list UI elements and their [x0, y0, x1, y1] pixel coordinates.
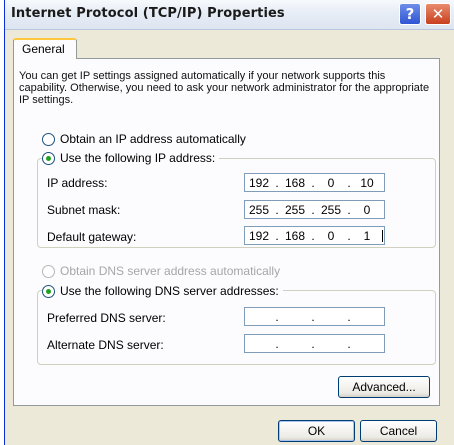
octet-dot: .: [275, 202, 279, 217]
preferred-dns-field[interactable]: ...: [244, 307, 385, 326]
radio-unchecked-icon: [42, 132, 55, 146]
octet-dot: .: [347, 309, 351, 324]
default-gateway-field[interactable]: 192. 168. 0. 1: [244, 226, 385, 245]
octet-dot: .: [275, 309, 279, 324]
octet: 10: [360, 175, 374, 190]
radio-checked-icon: [42, 151, 55, 165]
octet: 255: [248, 202, 270, 217]
obtain-dns-auto-label: Obtain DNS server address automatically: [60, 264, 281, 278]
octet: 1: [363, 228, 371, 243]
octet-dot: .: [347, 202, 351, 217]
octet: 0: [327, 228, 335, 243]
octet: 255: [284, 202, 306, 217]
use-following-ip-label: Use the following IP address:: [60, 151, 216, 165]
description-text: You can get IP settings assigned automat…: [19, 70, 430, 106]
radio-checked-icon: [42, 284, 55, 298]
octet-dot: .: [347, 336, 351, 351]
obtain-ip-auto-radio[interactable]: Obtain an IP address automatically: [42, 132, 250, 146]
advanced-button[interactable]: Advanced...: [338, 376, 430, 398]
default-gateway-label: Default gateway:: [47, 230, 137, 244]
ip-address-label: IP address:: [47, 176, 108, 190]
tab-general-label: General: [22, 42, 65, 56]
preferred-dns-label: Preferred DNS server:: [47, 311, 166, 325]
octet-dot: .: [275, 228, 279, 243]
octet: 192: [248, 228, 270, 243]
close-button[interactable]: ✕: [425, 3, 451, 25]
alternate-dns-field[interactable]: ...: [244, 334, 385, 353]
octet: 0: [363, 202, 371, 217]
radio-disabled-icon: [42, 264, 55, 278]
alternate-dns-label: Alternate DNS server:: [47, 338, 164, 352]
use-following-dns-radio[interactable]: Use the following DNS server addresses:: [42, 284, 283, 298]
subnet-mask-field[interactable]: 255. 255. 255. 0: [244, 200, 385, 219]
octet: 0: [327, 175, 335, 190]
octet-dot: .: [347, 175, 351, 190]
ok-button[interactable]: OK: [278, 420, 355, 442]
obtain-ip-auto-label: Obtain an IP address automatically: [60, 132, 246, 146]
octet: 168: [284, 175, 306, 190]
octet-dot: .: [275, 175, 279, 190]
octet: 192: [248, 175, 270, 190]
octet-dot: .: [311, 202, 315, 217]
tab-general[interactable]: General: [13, 38, 77, 59]
octet: 168: [284, 228, 306, 243]
octet-dot: .: [311, 336, 315, 351]
subnet-mask-label: Subnet mask:: [47, 203, 121, 217]
octet-dot: .: [275, 336, 279, 351]
title-bar[interactable]: Internet Protocol (TCP/IP) Properties ? …: [5, 0, 454, 30]
cancel-button[interactable]: Cancel: [360, 420, 437, 442]
text-cursor: [382, 229, 383, 242]
octet: 255: [320, 202, 342, 217]
help-icon: ?: [405, 5, 415, 23]
octet-dot: .: [311, 175, 315, 190]
ip-address-field[interactable]: 192. 168. 0. 10: [244, 173, 385, 192]
use-following-ip-radio[interactable]: Use the following IP address:: [42, 151, 220, 165]
close-icon: ✕: [431, 5, 445, 23]
help-button[interactable]: ?: [399, 3, 421, 25]
dns-server-group: [37, 290, 436, 365]
window-title: Internet Protocol (TCP/IP) Properties: [11, 6, 285, 21]
octet-dot: .: [311, 228, 315, 243]
octet-dot: .: [347, 228, 351, 243]
obtain-dns-auto-radio[interactable]: Obtain DNS server address automatically: [42, 264, 285, 278]
use-following-dns-label: Use the following DNS server addresses:: [60, 284, 279, 298]
octet-dot: .: [311, 309, 315, 324]
